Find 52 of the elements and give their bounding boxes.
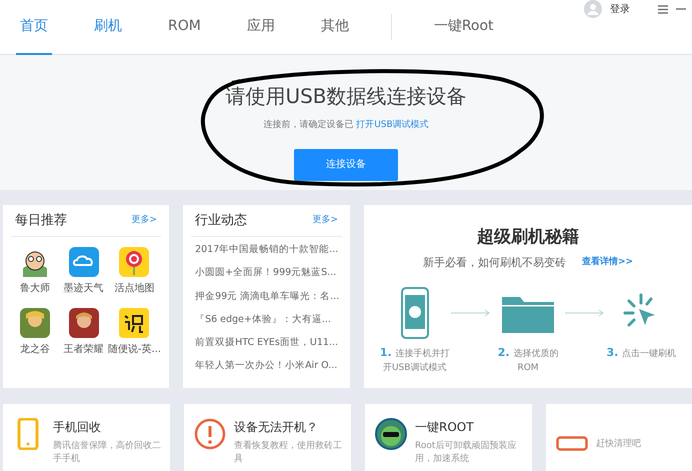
news-link[interactable]: 年轻人第一次办公！小米Air O...	[195, 359, 338, 374]
news-link[interactable]: 小圆圆+全面屏！999元魅蓝S...	[195, 266, 338, 280]
hint-text: 连接前，请确定设备已 打开USB调试模式	[263, 119, 429, 132]
panel-title: 行业动态	[195, 212, 248, 230]
exclamation-icon	[194, 418, 226, 450]
card-description: 腾讯信誉保障，高价回收二手手机	[53, 440, 162, 466]
card-description: 赶快清理吧	[596, 438, 641, 451]
usb-debug-link[interactable]: 打开USB调试模式	[356, 120, 429, 130]
connect-device-button[interactable]: 连接设备	[294, 148, 398, 180]
step-caption: 3. 点击一键刷机	[606, 345, 676, 361]
lollipop-icon	[119, 247, 150, 277]
details-link[interactable]: 查看详情>>	[582, 256, 634, 270]
mascot-icon	[375, 418, 407, 450]
more-link[interactable]: 更多>	[132, 214, 158, 228]
news-link[interactable]: 2017年中国最畅销的十款智能...	[195, 243, 338, 258]
root-tab[interactable]: 一键Root	[430, 0, 498, 54]
card-description: Root后可卸载顽固预装应用，加速系统	[415, 440, 518, 466]
panel-title: 每日推荐	[15, 212, 67, 230]
app-name[interactable]: 随便说-英...	[108, 342, 162, 357]
login-link[interactable]: 登录	[610, 2, 630, 16]
tray-icon	[556, 436, 588, 451]
more-link[interactable]: 更多>	[312, 214, 338, 228]
step-caption: 2. 选择优质的ROM	[496, 345, 560, 374]
news-link[interactable]: 押金99元 滴滴电单车曝光：名...	[195, 290, 338, 304]
phone-shield-icon	[400, 287, 430, 339]
card-title: 一键ROOT	[415, 419, 475, 436]
game-character-icon	[68, 308, 99, 338]
arrow-icon	[451, 309, 492, 317]
card-title: 手机回收	[53, 419, 102, 436]
arrow-icon	[564, 309, 605, 317]
game-character-icon	[20, 308, 50, 338]
card-title: 设备无法开机？	[234, 419, 319, 436]
nav-tab[interactable]: 其他	[316, 0, 353, 54]
nav-tab[interactable]: 应用	[242, 0, 279, 54]
app-name[interactable]: 王者荣耀	[64, 342, 104, 357]
app-name[interactable]: 墨迹天气	[64, 281, 104, 296]
guide-title: 超级刷机秘籍	[477, 226, 580, 249]
speech-character-icon	[119, 308, 150, 338]
cloud-icon	[68, 247, 99, 277]
step-caption: 1. 连接手机并打开USB调试模式	[378, 345, 451, 374]
card-description: 查看恢复教程，使用救砖工具	[234, 440, 343, 466]
news-link[interactable]: 『S6 edge+体验』：大有逼...	[195, 312, 338, 327]
hero-title: 请使用USB数据线连接设备	[225, 83, 467, 110]
guide-subtitle: 新手必看，如何刷机不易变砖	[422, 254, 566, 270]
nav-tab[interactable]: 刷机	[90, 0, 126, 54]
menu-icon	[658, 4, 668, 14]
app-name[interactable]: 龙之谷	[20, 342, 50, 357]
news-link[interactable]: 前置双摄HTC EYEs面世，U11...	[195, 336, 338, 350]
app-name[interactable]: 鲁大师	[20, 281, 50, 296]
minimize-icon	[676, 8, 686, 10]
nav-tab[interactable]: ROM	[164, 0, 205, 54]
app-name[interactable]: 活点地图	[114, 281, 154, 296]
